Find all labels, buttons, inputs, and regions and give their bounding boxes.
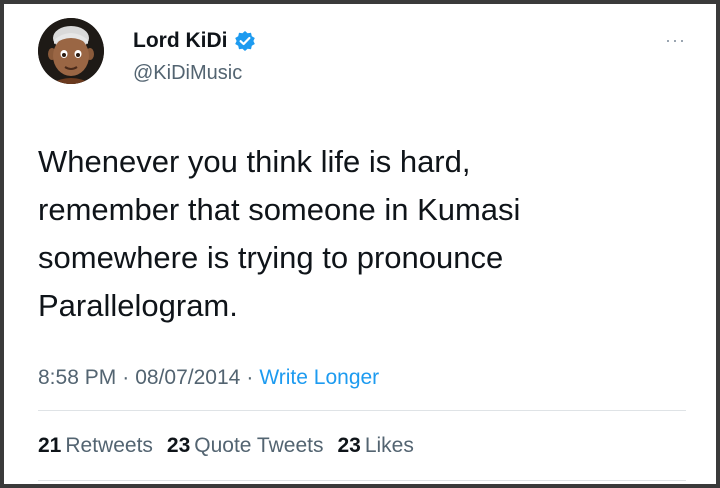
- quote-tweets-stat[interactable]: 23 Quote Tweets: [167, 434, 324, 458]
- tweet-date[interactable]: 08/07/2014: [135, 366, 240, 389]
- avatar[interactable]: [38, 18, 104, 84]
- divider: [38, 480, 686, 481]
- tweet-time[interactable]: 8:58 PM: [38, 366, 116, 389]
- likes-stat[interactable]: 23 Likes: [337, 434, 413, 458]
- tweet-source-link[interactable]: Write Longer: [259, 366, 379, 389]
- tweet-meta: 8:58 PM · 08/07/2014 · Write Longer: [38, 366, 379, 390]
- tweet-card: Lord KiDi @KiDiMusic ··· Whenever you th…: [4, 4, 716, 484]
- likes-label: Likes: [364, 434, 414, 457]
- author-handle[interactable]: @KiDiMusic: [133, 62, 242, 85]
- tweet-text: Whenever you think life is hard, remembe…: [38, 138, 658, 330]
- retweets-label: Retweets: [65, 434, 153, 457]
- tweet-line: remember that someone in Kumasi: [38, 192, 521, 227]
- more-options-icon[interactable]: ···: [665, 30, 686, 51]
- meta-separator: ·: [246, 366, 254, 389]
- tweet-line: somewhere is trying to pronounce: [38, 240, 504, 275]
- memoji-avatar-icon: [38, 18, 104, 84]
- tweet-line: Whenever you think life is hard,: [38, 144, 471, 179]
- author-name[interactable]: Lord KiDi: [133, 29, 256, 53]
- display-name[interactable]: Lord KiDi: [133, 29, 228, 53]
- tweet-line: Parallelogram.: [38, 288, 238, 323]
- retweets-stat[interactable]: 21 Retweets: [38, 434, 153, 458]
- retweets-count: 21: [38, 434, 62, 457]
- verified-badge-icon: [234, 30, 256, 52]
- quote-tweets-label: Quote Tweets: [194, 434, 324, 457]
- likes-count: 23: [337, 434, 361, 457]
- meta-separator: ·: [122, 366, 130, 389]
- divider: [38, 410, 686, 411]
- engagement-stats: 21 Retweets 23 Quote Tweets 23 Likes: [38, 434, 428, 458]
- quote-tweets-count: 23: [166, 434, 191, 457]
